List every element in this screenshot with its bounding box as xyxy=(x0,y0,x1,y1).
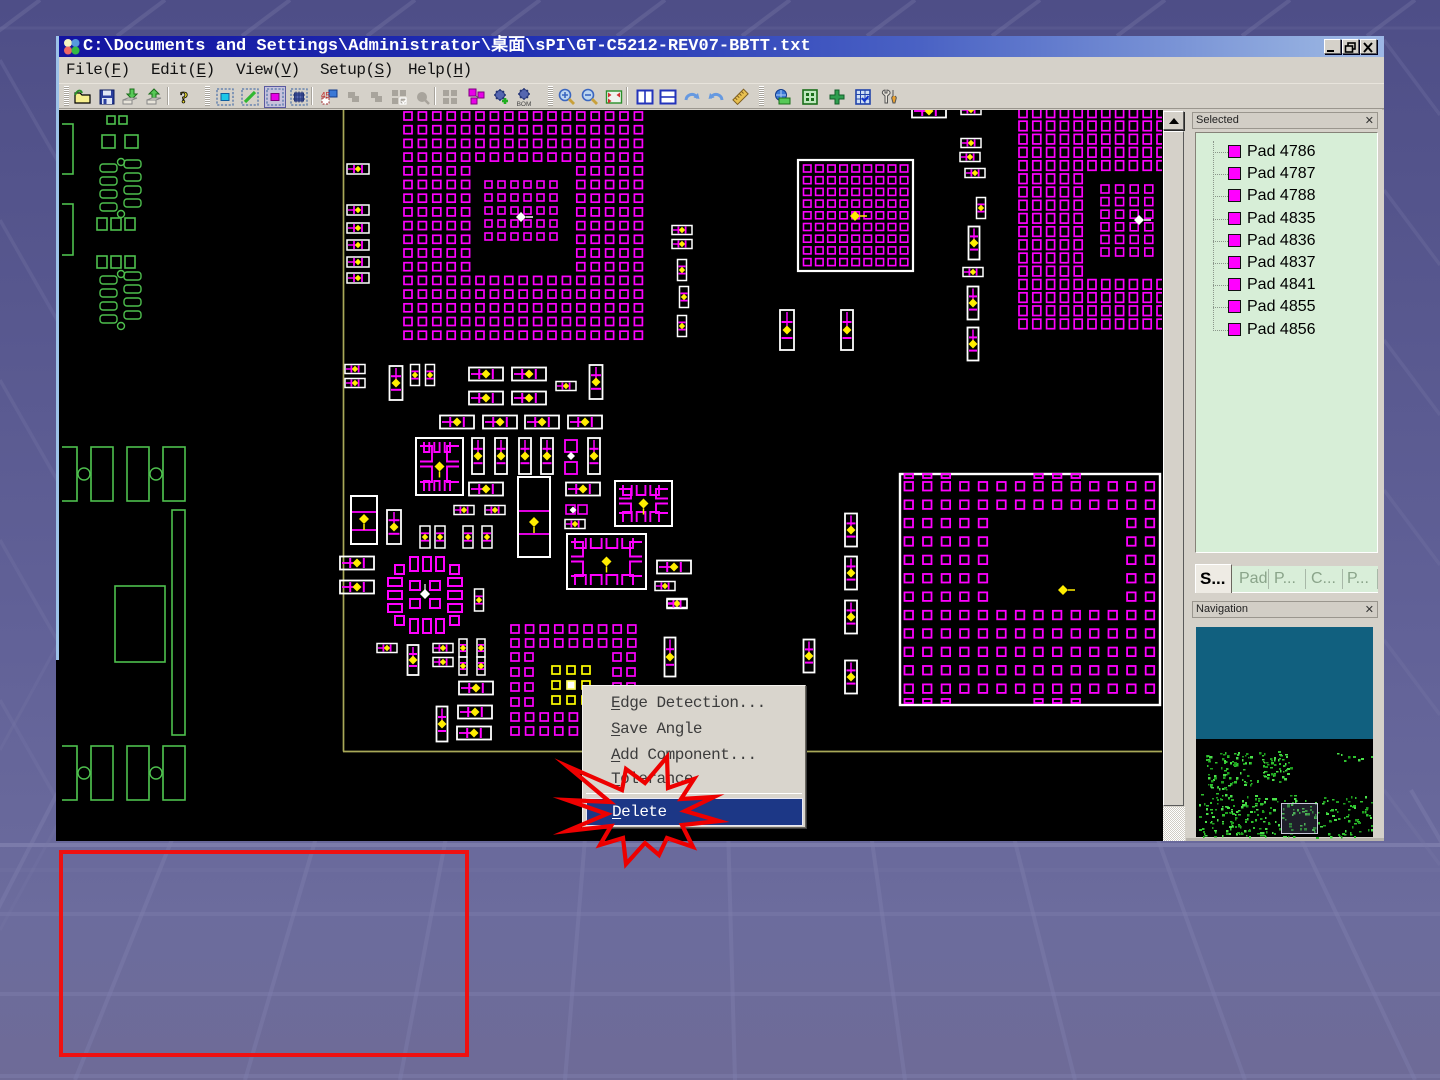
svg-text:?: ? xyxy=(180,88,189,107)
svg-text:45: 45 xyxy=(321,91,330,100)
svg-text:BOM: BOM xyxy=(517,101,532,107)
